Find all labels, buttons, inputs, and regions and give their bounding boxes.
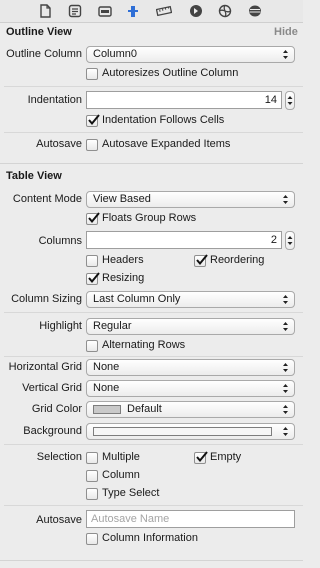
column-selection-checkbox[interactable] xyxy=(86,470,98,482)
reordering-label: Reordering xyxy=(210,254,265,266)
background-label: Background xyxy=(23,425,82,437)
columns-stepper[interactable] xyxy=(285,231,295,250)
highlight-value: Regular xyxy=(93,320,132,332)
checkmark-icon xyxy=(88,272,100,284)
table-view-section-title: Table View xyxy=(6,170,62,182)
type-select-checkbox[interactable] xyxy=(86,488,98,500)
grid-color-value: Default xyxy=(127,403,162,415)
column-sizing-value: Last Column Only xyxy=(93,293,181,305)
type-select-label: Type Select xyxy=(102,487,160,499)
view-effects-inspector-icon[interactable] xyxy=(248,4,262,18)
content-mode-label: Content Mode xyxy=(12,193,82,205)
file-inspector-icon[interactable] xyxy=(38,4,52,18)
horizontal-grid-value: None xyxy=(93,361,120,373)
background-color-swatch xyxy=(93,427,272,436)
indentation-follows-label: Indentation Follows Cells xyxy=(102,114,225,126)
checkmark-icon xyxy=(88,114,100,126)
empty-label: Empty xyxy=(210,451,242,463)
section-divider xyxy=(0,163,303,164)
divider xyxy=(4,505,303,506)
grid-color-label: Grid Color xyxy=(31,403,82,415)
grid-color-swatch xyxy=(93,405,121,414)
floats-group-rows-checkbox[interactable] xyxy=(86,212,100,225)
selection-label: Selection xyxy=(36,451,82,463)
content-mode-value: View Based xyxy=(93,193,151,205)
highlight-label: Highlight xyxy=(39,320,82,332)
columns-label: Columns xyxy=(38,235,82,247)
outline-column-value: Column0 xyxy=(93,48,138,60)
divider xyxy=(4,312,303,313)
popup-arrows-icon xyxy=(283,384,288,393)
reordering-checkbox[interactable] xyxy=(194,254,208,267)
table-autosave-label: Autosave xyxy=(36,514,82,526)
inspector-toolbar xyxy=(0,0,303,23)
column-sizing-popup[interactable]: Last Column Only xyxy=(86,291,295,308)
divider xyxy=(4,444,303,445)
bindings-inspector-icon[interactable] xyxy=(218,4,232,18)
quick-help-icon[interactable] xyxy=(68,4,82,18)
indentation-label: Indentation xyxy=(27,94,82,106)
autosave-expanded-checkbox[interactable] xyxy=(86,139,98,151)
popup-arrows-icon xyxy=(283,363,288,372)
headers-label: Headers xyxy=(102,254,144,266)
headers-checkbox[interactable] xyxy=(86,255,98,267)
grid-color-popup[interactable]: Default xyxy=(86,401,295,418)
checkmark-icon xyxy=(196,451,208,463)
outline-column-popup[interactable]: Column0 xyxy=(86,46,295,63)
alternating-rows-label: Alternating Rows xyxy=(102,339,186,351)
empty-checkbox[interactable] xyxy=(194,451,208,464)
columns-field[interactable]: 2 xyxy=(86,231,282,249)
autosave-expanded-label: Autosave Expanded Items xyxy=(102,138,231,150)
popup-arrows-icon xyxy=(283,405,288,414)
indentation-field[interactable]: 14 xyxy=(86,91,282,109)
vertical-grid-label: Vertical Grid xyxy=(22,382,82,394)
autosave-name-field[interactable]: Autosave Name xyxy=(86,510,295,528)
horizontal-grid-popup[interactable]: None xyxy=(86,359,295,376)
autoresizes-checkbox[interactable] xyxy=(86,68,98,80)
vertical-grid-value: None xyxy=(93,382,120,394)
column-sizing-label: Column Sizing xyxy=(11,293,82,305)
horizontal-grid-label: Horizontal Grid xyxy=(8,361,82,373)
vertical-grid-popup[interactable]: None xyxy=(86,380,295,397)
indentation-follows-checkbox[interactable] xyxy=(86,114,100,127)
content-mode-popup[interactable]: View Based xyxy=(86,191,295,208)
popup-arrows-icon xyxy=(283,427,288,436)
outline-view-section-title: Outline View xyxy=(6,26,72,38)
divider xyxy=(4,132,303,133)
popup-arrows-icon xyxy=(283,322,288,331)
resizing-label: Resizing xyxy=(102,272,145,284)
outline-column-label: Outline Column xyxy=(6,48,82,60)
stepper-arrows-icon xyxy=(287,96,293,105)
checkmark-icon xyxy=(88,212,100,224)
column-information-label: Column Information xyxy=(102,532,198,544)
alternating-rows-checkbox[interactable] xyxy=(86,340,98,352)
stepper-arrows-icon xyxy=(287,236,293,245)
section-divider xyxy=(0,560,303,561)
column-selection-label: Column xyxy=(102,469,140,481)
checkmark-icon xyxy=(196,254,208,266)
popup-arrows-icon xyxy=(283,50,288,59)
multiple-label: Multiple xyxy=(102,451,140,463)
size-inspector-icon[interactable] xyxy=(156,4,172,18)
indentation-stepper[interactable] xyxy=(285,91,295,110)
identity-inspector-icon[interactable] xyxy=(98,4,112,18)
column-information-checkbox[interactable] xyxy=(86,533,98,545)
autoresizes-label: Autoresizes Outline Column xyxy=(102,67,239,79)
multiple-checkbox[interactable] xyxy=(86,452,98,464)
floats-group-rows-label: Floats Group Rows xyxy=(102,212,197,224)
highlight-popup[interactable]: Regular xyxy=(86,318,295,335)
outline-view-hide-link[interactable]: Hide xyxy=(274,26,298,38)
resizing-checkbox[interactable] xyxy=(86,272,100,285)
divider xyxy=(4,86,303,87)
divider xyxy=(4,356,303,357)
popup-arrows-icon xyxy=(283,195,288,204)
connections-inspector-icon[interactable] xyxy=(189,4,203,18)
background-color-popup[interactable] xyxy=(86,423,295,440)
attributes-inspector-icon[interactable] xyxy=(126,4,140,18)
popup-arrows-icon xyxy=(283,295,288,304)
autosave-label: Autosave xyxy=(36,138,82,150)
